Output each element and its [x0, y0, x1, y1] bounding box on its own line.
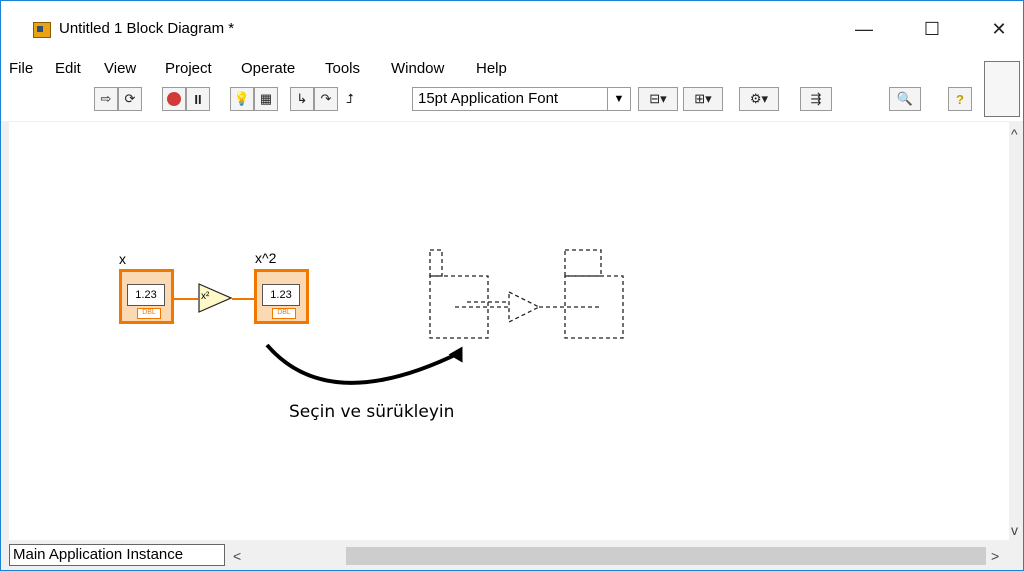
instruction-caption: Seçin ve sürükleyin — [289, 402, 455, 422]
drag-arrow-icon — [265, 343, 462, 385]
diagram-drawing — [265, 249, 624, 385]
indicator-type-badge: DBL — [272, 308, 296, 319]
chevron-down-icon: ▼ — [607, 88, 630, 110]
indicator-value: 1.23 — [262, 284, 300, 306]
step-into-icon[interactable]: ↳ — [290, 87, 314, 111]
wire-input[interactable] — [174, 298, 198, 300]
indicator-label: x^2 — [255, 250, 277, 266]
menu-window[interactable]: Window — [391, 60, 444, 77]
menu-operate[interactable]: Operate — [241, 60, 295, 77]
window-title: Untitled 1 Block Diagram * — [59, 20, 235, 37]
vi-icon[interactable] — [984, 61, 1020, 117]
maximize-button[interactable]: ☐ — [909, 11, 955, 47]
scroll-right-icon[interactable]: > — [991, 548, 999, 564]
close-button[interactable]: ✕ — [976, 11, 1022, 47]
run-arrow-icon[interactable]: ⇨ — [94, 87, 118, 111]
menu-edit[interactable]: Edit — [55, 60, 81, 77]
menu-bar: File Edit View Project Operate Tools Win… — [1, 56, 1023, 83]
numeric-control-terminal[interactable]: 1.23 DBL — [119, 269, 174, 324]
drag-outline — [429, 249, 624, 339]
vertical-scrollbar[interactable]: ^ v — [1009, 122, 1023, 540]
cleanup-diagram-icon[interactable]: ⇶ — [800, 87, 832, 111]
numeric-indicator-terminal[interactable]: 1.23 DBL — [254, 269, 309, 324]
search-icon[interactable]: 🔍 — [889, 87, 921, 111]
control-type-badge: DBL — [137, 308, 161, 319]
horizontal-scroll-thumb[interactable] — [346, 547, 986, 565]
highlight-execution-icon[interactable]: 💡 — [230, 87, 254, 111]
pause-icon[interactable]: II — [186, 87, 210, 111]
wire-output[interactable] — [232, 298, 254, 300]
labview-app-icon — [33, 22, 51, 38]
align-objects-icon[interactable]: ⊟▾ — [638, 87, 678, 111]
block-diagram-canvas[interactable]: x 1.23 DBL x² x^2 1.23 DBL — [9, 122, 1013, 540]
control-value: 1.23 — [127, 284, 165, 306]
scroll-up-icon[interactable]: ^ — [1011, 126, 1018, 142]
distribute-objects-icon[interactable]: ⊞▾ — [683, 87, 723, 111]
font-label: 15pt Application Font — [418, 90, 559, 107]
font-selector[interactable]: 15pt Application Font ▼ — [412, 87, 631, 111]
minimize-button[interactable]: — — [841, 11, 887, 47]
reorder-icon[interactable]: ⚙▾ — [739, 87, 779, 111]
abort-icon[interactable] — [162, 87, 186, 111]
block-diagram-window: Untitled 1 Block Diagram * — ☐ ✕ File Ed… — [0, 0, 1024, 571]
function-glyph: x² — [201, 291, 210, 302]
retain-wire-values-icon[interactable]: ▦ — [254, 87, 278, 111]
step-over-icon[interactable]: ↷ — [314, 87, 338, 111]
title-bar[interactable]: Untitled 1 Block Diagram * — ☐ ✕ — [1, 1, 1023, 56]
menu-project[interactable]: Project — [165, 60, 212, 77]
menu-file[interactable]: File — [9, 60, 33, 77]
help-icon[interactable]: ? — [948, 87, 972, 111]
scroll-down-icon[interactable]: v — [1011, 522, 1018, 538]
application-instance[interactable]: Main Application Instance — [9, 544, 225, 566]
menu-help[interactable]: Help — [476, 60, 507, 77]
menu-view[interactable]: View — [104, 60, 136, 77]
toolbar: ⇨ ⟳ II 💡 ▦ ↳ ↷ ⮥ 15pt Application Font ▼… — [1, 83, 1023, 121]
control-label: x — [119, 251, 126, 267]
scroll-left-icon[interactable]: < — [233, 548, 241, 564]
run-continuously-icon[interactable]: ⟳ — [118, 87, 142, 111]
menu-tools[interactable]: Tools — [325, 60, 360, 77]
step-out-icon[interactable]: ⮥ — [338, 87, 362, 111]
